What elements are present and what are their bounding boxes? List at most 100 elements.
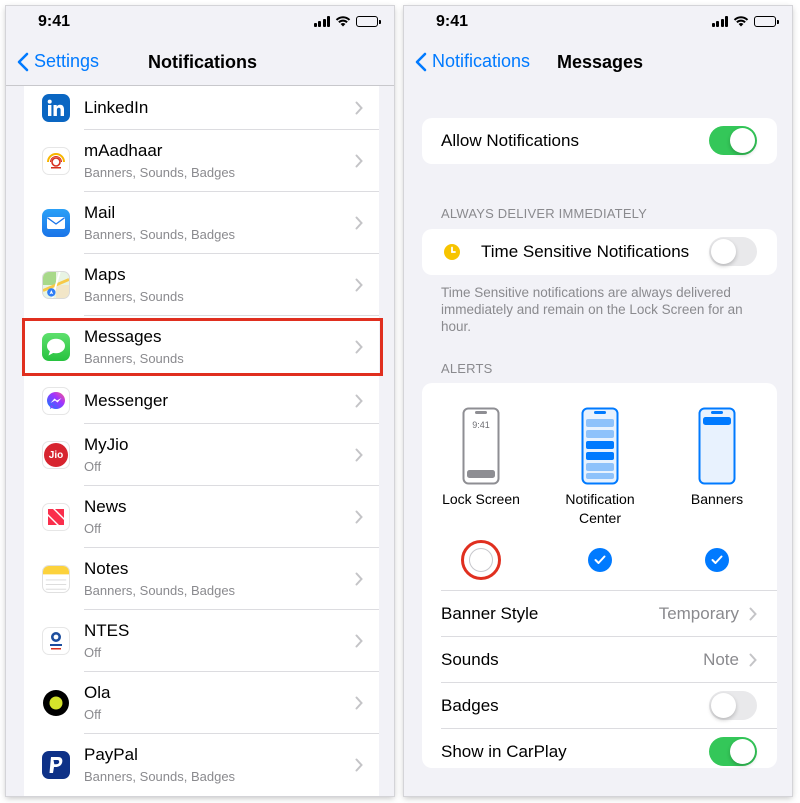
allow-notifications-toggle[interactable]	[709, 126, 757, 155]
app-row-ntes[interactable]: NTES Off	[24, 610, 379, 672]
chevron-right-icon	[355, 278, 363, 292]
news-icon	[42, 503, 70, 531]
chevron-right-icon	[355, 340, 363, 354]
app-row-myjio[interactable]: Jio MyJio Off	[24, 424, 379, 486]
allow-notifications-row: Allow Notifications	[422, 118, 777, 164]
maps-icon	[42, 271, 70, 299]
alert-option-notification-center[interactable]: Notification Center	[545, 407, 655, 528]
banners-radio[interactable]	[705, 548, 729, 572]
banners-preview-icon	[698, 407, 736, 485]
alert-label: Lock Screen	[442, 491, 520, 507]
app-name: Mail	[84, 202, 116, 222]
chevron-right-icon	[355, 634, 363, 648]
sounds-label: Sounds	[441, 650, 499, 669]
carplay-toggle[interactable]	[709, 737, 757, 766]
app-row-linkedin[interactable]: LinkedIn	[24, 86, 379, 130]
wifi-icon	[733, 16, 749, 27]
time-sensitive-footnote: Time Sensitive notifications are always …	[441, 285, 743, 334]
page-title: Messages	[557, 52, 644, 72]
notification-center-radio[interactable]	[588, 548, 612, 572]
badges-toggle[interactable]	[709, 691, 757, 720]
app-subtitle: Banners, Sounds	[84, 350, 184, 366]
notes-icon	[42, 565, 70, 593]
app-name: LinkedIn	[84, 98, 149, 117]
chevron-right-icon	[749, 653, 757, 667]
nav-bar: Settings Notifications	[6, 44, 394, 84]
app-row-paypal[interactable]: PayPal Banners, Sounds, Badges	[24, 734, 379, 796]
app-subtitle: Off	[84, 458, 102, 474]
back-label: Notifications	[432, 51, 531, 71]
chevron-right-icon	[355, 394, 363, 408]
wifi-icon	[335, 16, 351, 27]
status-time: 9:41	[436, 13, 469, 30]
maadhaar-icon	[42, 147, 70, 175]
alert-label: Notification Center	[565, 491, 635, 526]
app-name: mAadhaar	[84, 140, 163, 160]
nav-bar: Notifications Messages	[404, 44, 792, 84]
status-icons	[711, 15, 779, 27]
chevron-left-icon	[415, 52, 427, 71]
jio-logo: Jio	[44, 443, 68, 467]
alert-option-banners[interactable]: Banners	[662, 407, 772, 509]
app-name: Notes	[84, 558, 129, 578]
status-bar: 9:41	[6, 6, 394, 40]
chevron-left-icon	[17, 52, 29, 71]
app-subtitle: Banners, Sounds	[84, 288, 184, 304]
chevron-right-icon	[355, 154, 363, 168]
app-name: Messages	[84, 326, 162, 346]
chevron-right-icon	[355, 758, 363, 772]
app-name: Ola	[84, 682, 111, 702]
back-label: Settings	[34, 51, 100, 71]
app-row-mail[interactable]: Mail Banners, Sounds, Badges	[24, 192, 379, 254]
app-subtitle: Off	[84, 644, 102, 660]
paypal-icon	[42, 751, 70, 779]
time-sensitive-toggle[interactable]	[709, 237, 757, 266]
app-row-maps[interactable]: Maps Banners, Sounds	[24, 254, 379, 316]
messenger-icon	[42, 387, 70, 415]
clock-icon	[444, 244, 460, 260]
messages-notifications-screen: 9:41 Notifications Messages Allow Notifi…	[404, 6, 792, 796]
chevron-right-icon	[355, 510, 363, 524]
app-row-news[interactable]: News Off	[24, 486, 379, 548]
app-name: News	[84, 496, 127, 516]
carplay-row: Show in CarPlay	[422, 729, 777, 775]
sounds-row[interactable]: Sounds Note	[422, 637, 777, 683]
chevron-right-icon	[355, 448, 363, 462]
app-subtitle: Off	[84, 706, 102, 722]
notifications-screen: 9:41 Settings Notifications LinkedIn mAa…	[6, 6, 394, 796]
app-name: PayPal	[84, 744, 138, 764]
highlight-circle	[461, 540, 501, 580]
badges-row: Badges	[422, 683, 777, 729]
chevron-right-icon	[749, 607, 757, 621]
app-list: LinkedIn mAadhaar Banners, Sounds, Badges…	[22, 86, 383, 796]
status-bar: 9:41	[404, 6, 792, 40]
app-subtitle: Banners, Sounds, Badges	[84, 164, 236, 180]
app-row-messages[interactable]: Messages Banners, Sounds	[22, 316, 383, 378]
allow-notifications-card: Allow Notifications	[422, 118, 777, 164]
chevron-right-icon	[355, 572, 363, 586]
app-row-notes[interactable]: Notes Banners, Sounds, Badges	[24, 548, 379, 610]
ntes-icon	[42, 627, 70, 655]
banner-style-label: Banner Style	[441, 604, 539, 623]
time-sensitive-card: Time Sensitive Notifications	[422, 229, 777, 275]
page-title: Notifications	[148, 52, 258, 72]
preview-time: 9:41	[472, 420, 490, 430]
myjio-icon: Jio	[42, 441, 70, 469]
alert-option-lock-screen[interactable]: 9:41 Lock Screen	[426, 407, 536, 509]
battery-icon	[754, 16, 779, 27]
app-row-ola[interactable]: Ola Off	[24, 672, 379, 734]
checkmark-icon	[711, 555, 723, 564]
signal-icon	[313, 16, 330, 27]
back-button-notifications[interactable]: Notifications	[414, 51, 530, 72]
notification-center-preview-icon	[581, 407, 619, 485]
back-button-settings[interactable]: Settings	[16, 51, 99, 72]
lock-screen-preview-icon: 9:41	[462, 407, 500, 485]
sounds-value: Note	[703, 650, 739, 669]
app-row-maadhaar[interactable]: mAadhaar Banners, Sounds, Badges	[24, 130, 379, 192]
banner-style-row[interactable]: Banner Style Temporary	[422, 591, 777, 637]
app-subtitle: Off	[84, 520, 102, 536]
app-row-messenger[interactable]: Messenger	[24, 378, 379, 424]
app-subtitle: Banners, Sounds, Badges	[84, 582, 236, 598]
status-icons	[313, 15, 381, 27]
carplay-label: Show in CarPlay	[441, 742, 567, 761]
